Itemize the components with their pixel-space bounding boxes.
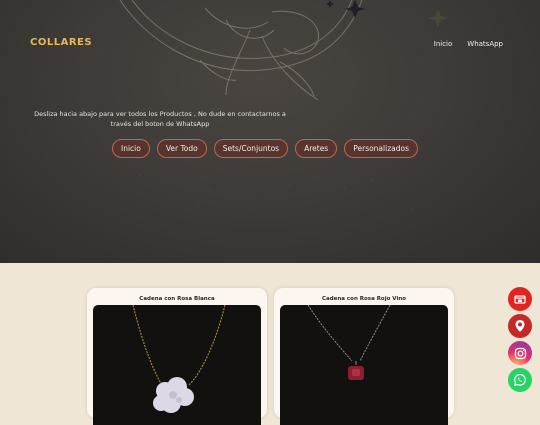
store-icon (514, 295, 526, 304)
category-aretes-button[interactable]: Aretes (295, 139, 338, 158)
category-ver-todo-button[interactable]: Ver Todo (156, 139, 207, 158)
location-pin-icon (515, 320, 525, 332)
instagram-button[interactable] (508, 341, 532, 365)
instagram-icon (514, 347, 526, 359)
store-button[interactable] (508, 287, 532, 311)
product-title: Cadena con Rosa Rojo Vino (321, 296, 407, 302)
product-image-white-rose-necklace[interactable] (93, 305, 261, 425)
brand-logo[interactable]: COLLARES (30, 37, 92, 48)
category-buttons: Inicio Ver Todo Sets/Conjuntos Aretes Pe… (112, 139, 418, 158)
necklace-photo (132, 305, 226, 413)
top-navigation: Inicio WhatsApp (434, 40, 503, 48)
product-title: Cadena con Rosa Blanca (139, 296, 215, 302)
location-button[interactable] (508, 314, 532, 338)
category-sets-button[interactable]: Sets/Conjuntos (213, 139, 289, 158)
nav-whatsapp-link[interactable]: WhatsApp (467, 40, 503, 48)
hero-tagline: Desliza hacia abajo para ver todos los P… (34, 110, 286, 128)
category-personalizados-button[interactable]: Personalizados (344, 139, 418, 158)
product-image-wine-rose-necklace[interactable] (280, 305, 448, 425)
hero-banner: COLLARES Inicio WhatsApp Desliza hacia a… (0, 0, 540, 263)
product-card[interactable]: Cadena con Rosa Blanca (87, 288, 267, 425)
whatsapp-icon (513, 373, 526, 387)
category-inicio-button[interactable]: Inicio (112, 139, 150, 158)
nav-inicio-link[interactable]: Inicio (434, 40, 453, 48)
whatsapp-button[interactable] (508, 368, 532, 392)
necklace-photo (307, 305, 391, 380)
product-card[interactable]: Cadena con Rosa Rojo Vino (274, 288, 454, 425)
